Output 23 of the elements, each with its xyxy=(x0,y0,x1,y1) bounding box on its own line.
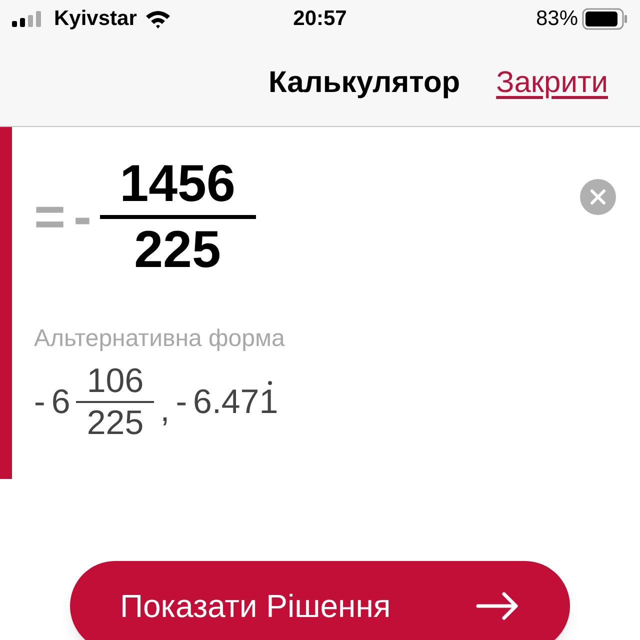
clear-button[interactable] xyxy=(580,179,616,215)
minus-sign: - xyxy=(176,382,188,422)
equals-sign: = xyxy=(34,190,66,244)
battery-percent: 83% xyxy=(536,6,578,32)
denominator: 225 xyxy=(134,220,221,281)
arrow-right-icon xyxy=(476,591,520,621)
close-icon xyxy=(590,189,606,205)
close-link[interactable]: Закрити xyxy=(496,60,608,104)
alternative-form-label: Альтернативна форма xyxy=(34,324,286,354)
screen-title: Калькулятор xyxy=(268,64,460,100)
wifi-icon xyxy=(144,9,171,29)
clock-time: 20:57 xyxy=(293,6,347,32)
numerator: 1456 xyxy=(120,154,236,215)
comma: , xyxy=(160,390,170,430)
carrier-name: Kyivstar xyxy=(54,6,137,32)
battery-icon xyxy=(582,8,628,30)
minus-sign: - xyxy=(74,190,92,244)
decimal-value: 6.471 xyxy=(193,380,278,422)
denominator: 225 xyxy=(86,403,144,443)
whole-number: 6 xyxy=(51,382,70,422)
numerator: 106 xyxy=(86,361,144,401)
minus-sign: - xyxy=(34,382,46,422)
show-solution-button[interactable]: Показати Рішення xyxy=(70,561,570,640)
